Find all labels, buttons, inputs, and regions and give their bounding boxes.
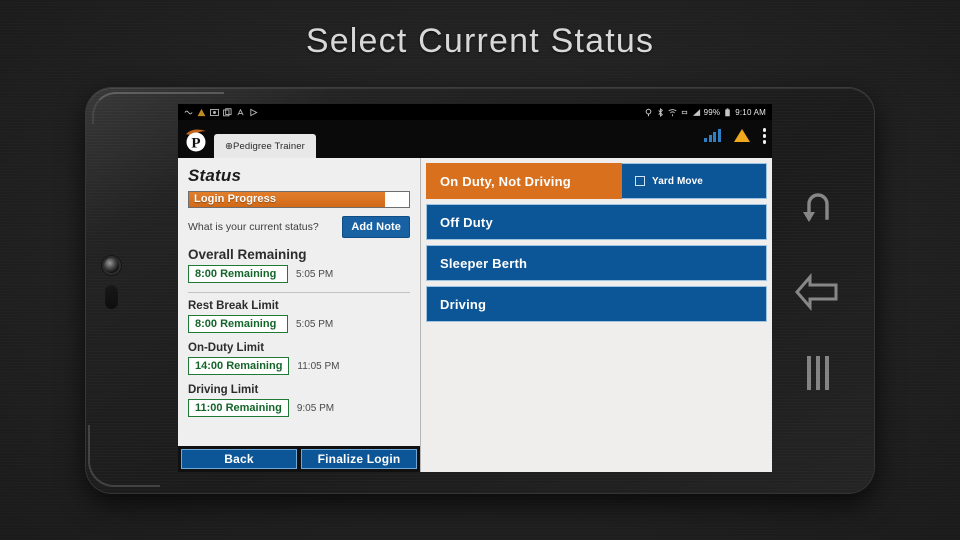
tablet-screen: 99% 9:10 AM P ⊕Pedigree Trainer Status L… <box>178 104 772 472</box>
android-nav-bar <box>782 104 854 472</box>
home-button[interactable] <box>105 284 118 309</box>
duty-row-driving: Driving <box>426 286 767 322</box>
duty-status-panel: On Duty, Not Driving Yard Move Off Duty … <box>421 158 772 472</box>
yard-move-label: Yard Move <box>652 175 703 187</box>
wifi-icon <box>668 108 677 116</box>
app-content: Status Login Progress What is your curre… <box>178 158 772 472</box>
recent-apps-icon[interactable] <box>807 356 829 391</box>
limit-row: 14:00 Remaining 11:05 PM <box>188 357 410 375</box>
duty-row-off-duty: Off Duty <box>426 204 767 240</box>
yard-move-checkbox[interactable] <box>635 176 645 186</box>
login-progress-bar: Login Progress <box>188 191 410 208</box>
limit-time: 5:05 PM <box>296 318 334 330</box>
page-title: Select Current Status <box>305 22 655 60</box>
notification-icon <box>184 110 193 114</box>
limit-label: Overall Remaining <box>188 247 307 262</box>
add-note-button[interactable]: Add Note <box>342 216 410 238</box>
undo-arrow-icon[interactable] <box>797 186 839 228</box>
play-icon <box>250 108 258 116</box>
limit-row: 8:00 Remaining 5:05 PM <box>188 315 410 333</box>
limit-time: 11:05 PM <box>297 360 340 372</box>
duty-option-driving[interactable]: Driving <box>426 286 767 322</box>
limit-label: Driving Limit <box>188 384 259 396</box>
duty-option-on-duty-not-driving[interactable]: On Duty, Not Driving <box>426 163 622 199</box>
login-progress-label: Login Progress <box>194 193 277 205</box>
current-status-row: What is your current status? Add Note <box>188 216 410 238</box>
bezel-highlight-bottom-left <box>88 425 160 487</box>
limit-label: Rest Break Limit <box>188 300 279 312</box>
app-tab-pedigree-trainer[interactable]: ⊕Pedigree Trainer <box>214 134 316 158</box>
duty-option-sleeper-berth[interactable]: Sleeper Berth <box>426 245 767 281</box>
status-panel: Status Login Progress What is your curre… <box>178 158 421 472</box>
status-scroll-area[interactable]: Status Login Progress What is your curre… <box>178 158 420 446</box>
back-button[interactable]: Back <box>181 449 297 469</box>
svg-text:P: P <box>191 136 200 152</box>
back-arrow-icon[interactable] <box>794 271 842 313</box>
bluetooth-icon <box>657 107 663 117</box>
battery-icon <box>725 107 730 116</box>
status-heading: Status <box>188 166 242 185</box>
limit-value: 8:00 Remaining <box>188 315 288 333</box>
signal-icon <box>692 108 700 116</box>
slide-root: Select Current Status 99% 9:10 AM P ⊕Ped… <box>0 0 960 540</box>
limit-on-duty: On-Duty Limit 14:00 Remaining 11:05 PM <box>188 342 410 375</box>
status-bar-right-icons: 99% 9:10 AM <box>644 107 766 117</box>
finalize-login-button[interactable]: Finalize Login <box>301 449 417 469</box>
limit-time: 9:05 PM <box>296 402 335 414</box>
tablet-device: 99% 9:10 AM P ⊕Pedigree Trainer Status L… <box>86 88 874 493</box>
duty-row-on-duty: On Duty, Not Driving Yard Move <box>426 163 767 199</box>
usb-debug-icon <box>237 108 244 115</box>
current-status-question: What is your current status? <box>188 221 319 233</box>
android-status-bar: 99% 9:10 AM <box>178 104 772 120</box>
limit-row: 11:00 Remaining 9:05 PM <box>188 399 410 417</box>
location-icon <box>645 108 651 116</box>
app-bar-actions <box>704 128 766 144</box>
limit-row: 8:00 Remaining 5:05 PM <box>188 265 410 283</box>
battery-percent: 99% <box>703 107 721 117</box>
limit-value: 8:00 Remaining <box>188 265 288 283</box>
vibrate-icon <box>681 110 687 114</box>
copy-icon <box>223 107 232 116</box>
limit-label: On-Duty Limit <box>188 342 265 354</box>
duty-row-sleeper-berth: Sleeper Berth <box>426 245 767 281</box>
camera-lens-icon <box>104 258 119 273</box>
screenshot-icon <box>210 108 219 116</box>
pedigree-p-logo-icon: P <box>184 126 210 154</box>
limit-time: 5:05 PM <box>296 268 334 280</box>
limit-value: 14:00 Remaining <box>188 357 290 375</box>
overflow-menu-icon[interactable] <box>762 128 766 144</box>
section-divider <box>188 292 410 293</box>
duty-option-off-duty[interactable]: Off Duty <box>426 204 767 240</box>
signal-bars-icon[interactable] <box>704 129 721 143</box>
limit-rest-break: Rest Break Limit 8:00 Remaining 5:05 PM <box>188 300 410 333</box>
status-bar-left-icons <box>184 107 258 117</box>
status-footer: Back Finalize Login <box>178 446 420 472</box>
warning-triangle-icon[interactable] <box>733 129 750 143</box>
yard-move-option[interactable]: Yard Move <box>622 163 767 199</box>
limit-driving: Driving Limit 11:00 Remaining 9:05 PM <box>188 384 410 417</box>
warning-icon <box>197 108 206 116</box>
limit-overall-remaining: Overall Remaining 8:00 Remaining 5:05 PM <box>188 247 410 283</box>
limit-value: 11:00 Remaining <box>188 399 289 417</box>
clock-time: 9:10 AM <box>735 107 766 117</box>
app-bar: P ⊕Pedigree Trainer <box>178 120 772 158</box>
